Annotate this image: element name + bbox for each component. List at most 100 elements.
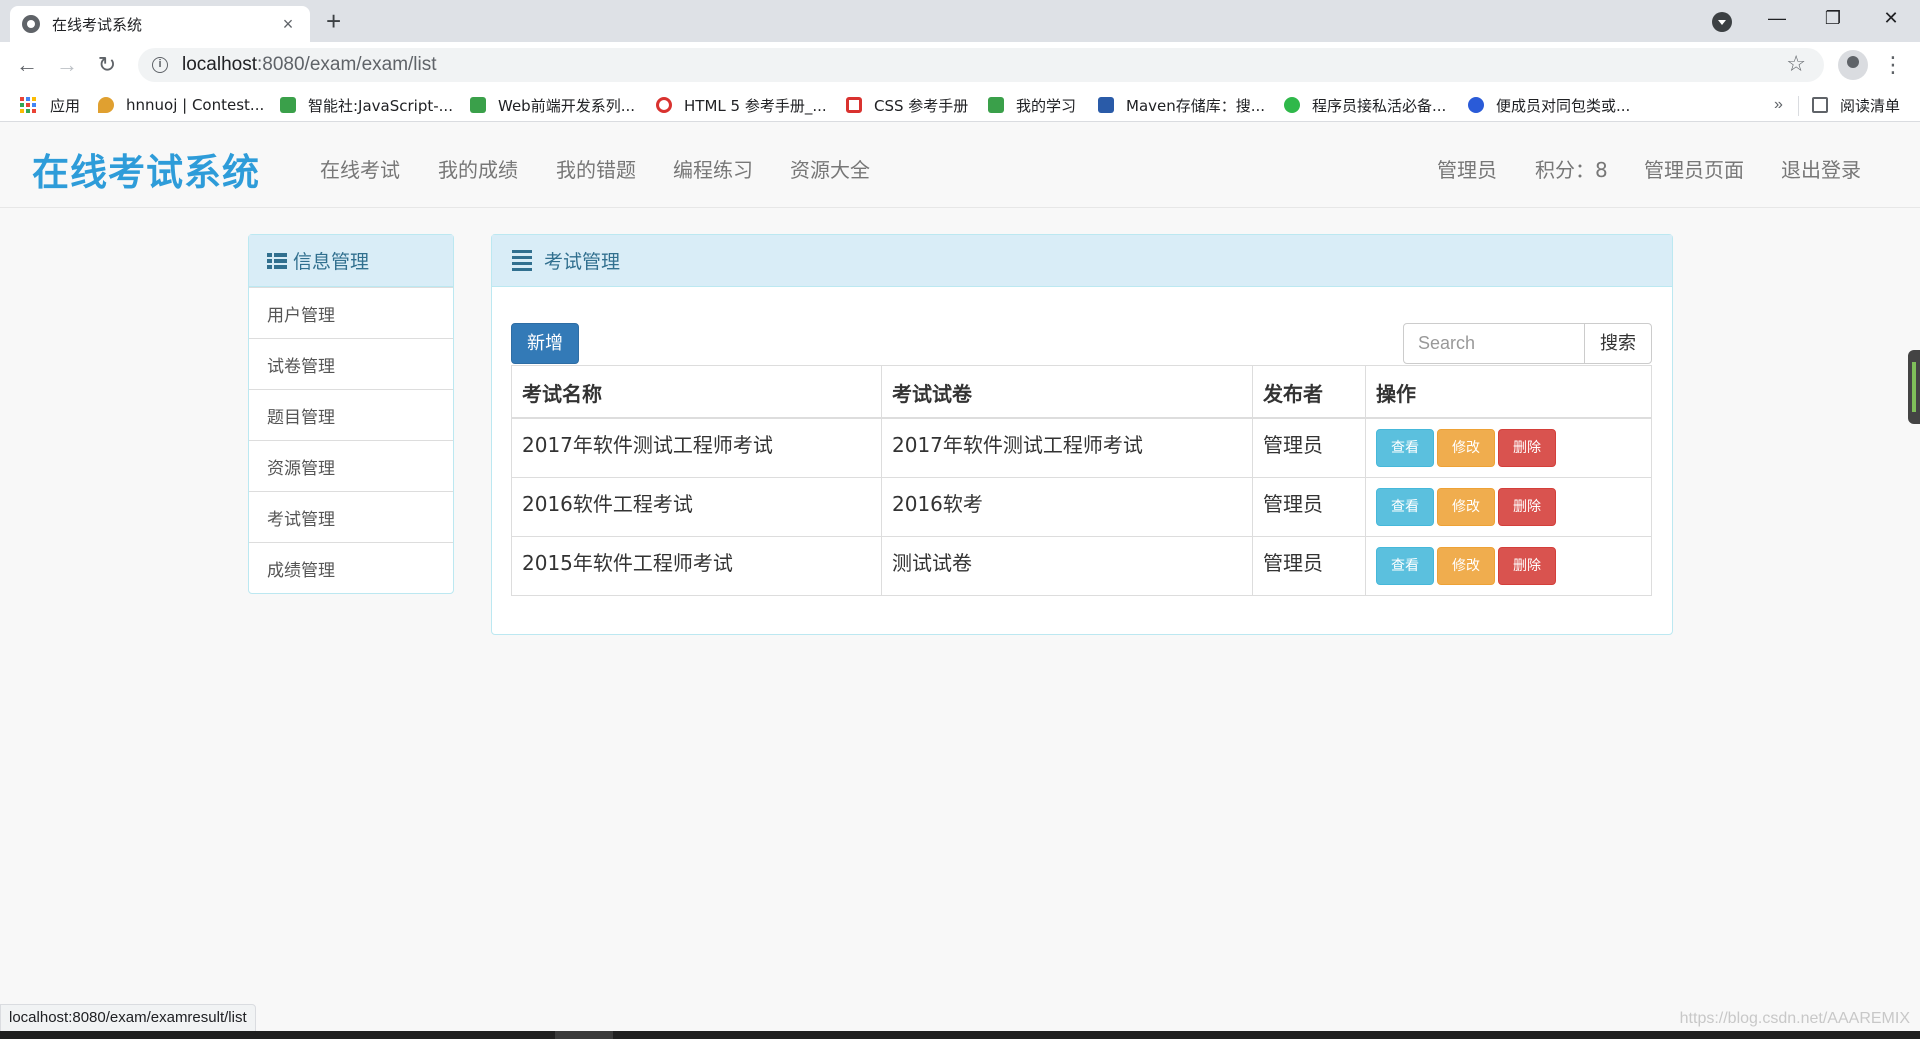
browser-tab[interactable]: 在线考试系统 ×	[10, 6, 310, 42]
watermark: https://blog.csdn.net/AAAREMIX	[1679, 1010, 1910, 1027]
sidebar-item-papers[interactable]: 试卷管理	[249, 338, 453, 389]
panel-title: 考试管理	[544, 251, 621, 273]
search-button[interactable]: 搜索	[1584, 323, 1652, 364]
nav-admin-page[interactable]: 管理员页面	[1644, 154, 1744, 183]
nav-logout[interactable]: 退出登录	[1781, 154, 1861, 183]
star-icon[interactable]: ☆	[1786, 51, 1806, 77]
bookmark-item[interactable]: hnnuoj | Contest...	[98, 93, 264, 117]
mvn-icon	[1098, 97, 1114, 113]
cell-actions: 查看 修改 删除	[1365, 536, 1652, 596]
column-header-exam-name: 考试名称	[511, 365, 882, 419]
sidebar-item-questions[interactable]: 题目管理	[249, 389, 453, 440]
nav-resources[interactable]: 资源大全	[790, 154, 870, 183]
nav-online-exam[interactable]: 在线考试	[320, 154, 400, 183]
pin-icon	[98, 97, 114, 113]
nav-points: 积分：8	[1535, 158, 1608, 182]
edit-button[interactable]: 修改	[1437, 429, 1495, 467]
side-widget-handle[interactable]	[1908, 350, 1920, 424]
minimize-button[interactable]: —	[1748, 0, 1806, 36]
th-list-icon	[267, 252, 287, 269]
brand-logo[interactable]: 在线考试系统	[32, 142, 260, 196]
wechat-icon	[1284, 97, 1300, 113]
delete-button[interactable]: 删除	[1498, 488, 1556, 526]
bookmark-label: hnnuoj | Contest...	[126, 96, 265, 114]
column-header-publisher: 发布者	[1252, 365, 1366, 419]
status-bar-url: localhost:8080/exam/examresult/list	[0, 1004, 256, 1032]
reading-list-icon	[1812, 97, 1828, 113]
sidebar-item-resources[interactable]: 资源管理	[249, 440, 453, 491]
column-header-actions: 操作	[1365, 365, 1652, 419]
table-row: 2016软件工程考试 2016软考 管理员 查看 修改 删除	[511, 477, 1652, 537]
bookmark-label: 智能社:JavaScript-...	[308, 96, 453, 115]
sidebar-item-scores[interactable]: 成绩管理	[249, 542, 453, 593]
bookmark-item[interactable]: Maven存储库：搜...	[1098, 93, 1265, 117]
edit-button[interactable]: 修改	[1437, 488, 1495, 526]
book-icon	[988, 97, 1004, 113]
bookmark-item[interactable]: HTML 5 参考手册_...	[656, 93, 827, 117]
url-text: localhost:8080/exam/exam/list	[182, 54, 437, 76]
bookmark-item[interactable]: 便成员对同包类或...	[1468, 93, 1630, 117]
cell-publisher: 管理员	[1252, 417, 1366, 478]
edit-button[interactable]: 修改	[1437, 547, 1495, 585]
bookmark-label: 应用	[50, 96, 81, 115]
view-button[interactable]: 查看	[1376, 488, 1434, 526]
close-tab-icon[interactable]: ×	[278, 14, 298, 35]
restore-button[interactable]: ❐	[1804, 0, 1862, 36]
new-tab-button[interactable]: +	[326, 6, 341, 36]
add-exam-button[interactable]: 新增	[511, 323, 579, 364]
delete-button[interactable]: 删除	[1498, 547, 1556, 585]
table-row: 2015年软件工程师考试 测试试卷 管理员 查看 修改 删除	[511, 536, 1652, 596]
table-row: 2017年软件测试工程师考试 2017年软件测试工程师考试 管理员 查看 修改 删除	[511, 417, 1652, 478]
bookmark-apps[interactable]: 应用	[20, 93, 80, 117]
taskbar-segment	[555, 1031, 613, 1039]
cell-exam-paper: 2017年软件测试工程师考试	[881, 417, 1253, 478]
bookmark-label: 我的学习	[1016, 96, 1077, 115]
sidebar-item-users[interactable]: 用户管理	[249, 287, 453, 338]
view-button[interactable]: 查看	[1376, 547, 1434, 585]
cell-actions: 查看 修改 删除	[1365, 417, 1652, 478]
bookmark-item[interactable]: 我的学习	[988, 93, 1076, 117]
view-button[interactable]: 查看	[1376, 429, 1434, 467]
sidebar-item-exams[interactable]: 考试管理	[249, 491, 453, 542]
book-icon	[280, 97, 296, 113]
browser-tab-strip: 在线考试系统 × + — ❐ ✕	[0, 0, 1920, 42]
search-input[interactable]	[1403, 323, 1585, 364]
back-icon[interactable]: ←	[12, 50, 42, 80]
reload-icon[interactable]: ↻	[92, 50, 122, 80]
column-header-exam-paper: 考试试卷	[881, 365, 1253, 419]
bookmark-item[interactable]: 智能社:JavaScript-...	[280, 93, 453, 117]
cell-exam-paper: 测试试卷	[881, 536, 1253, 596]
nav-programming[interactable]: 编程练习	[673, 154, 753, 183]
bookmark-item[interactable]: Web前端开发系列...	[470, 93, 635, 117]
cell-publisher: 管理员	[1252, 477, 1366, 537]
globe-icon	[22, 15, 40, 33]
more-bookmarks-icon[interactable]: »	[1774, 96, 1783, 114]
browser-toolbar: ← → ↻ i localhost:8080/exam/exam/list ☆ …	[0, 42, 1920, 88]
profile-icon[interactable]	[1838, 50, 1868, 80]
exam-management-panel: 考试管理 新增 搜索 考试名称 考试试卷 发布者 操作 2017年软件测试工程师…	[491, 234, 1673, 635]
address-bar[interactable]: i localhost:8080/exam/exam/list ☆	[138, 48, 1824, 82]
menu-icon[interactable]: ⋮	[1882, 50, 1904, 80]
nav-my-mistakes[interactable]: 我的错题	[556, 154, 636, 183]
delete-button[interactable]: 删除	[1498, 429, 1556, 467]
bookmark-label: Web前端开发系列...	[498, 96, 636, 115]
tab-search-icon[interactable]	[1712, 12, 1732, 32]
book-icon	[470, 97, 486, 113]
bookmark-item[interactable]: CSS 参考手册	[846, 93, 968, 117]
bookmarks-bar: 应用 hnnuoj | Contest... 智能社:JavaScript-..…	[0, 88, 1920, 122]
close-window-button[interactable]: ✕	[1862, 0, 1920, 36]
tab-title: 在线考试系统	[52, 15, 143, 34]
sidebar-title: 信息管理	[293, 251, 370, 273]
bookmark-item[interactable]: 程序员接私活必备...	[1284, 93, 1446, 117]
forward-icon[interactable]: →	[52, 50, 82, 80]
nav-my-scores[interactable]: 我的成绩	[438, 154, 518, 183]
app-navbar: 在线考试系统 在线考试 我的成绩 我的错题 编程练习 资源大全 管理员 积分：8…	[0, 124, 1920, 208]
info-icon[interactable]: i	[152, 57, 168, 73]
reading-list[interactable]: 阅读清单	[1812, 93, 1900, 117]
reading-list-label: 阅读清单	[1840, 96, 1901, 115]
cell-exam-paper: 2016软考	[881, 477, 1253, 537]
table-header-row: 考试名称 考试试卷 发布者 操作	[511, 365, 1652, 419]
apps-icon	[20, 97, 36, 113]
nav-user[interactable]: 管理员	[1437, 154, 1497, 183]
owl-icon	[656, 97, 672, 113]
